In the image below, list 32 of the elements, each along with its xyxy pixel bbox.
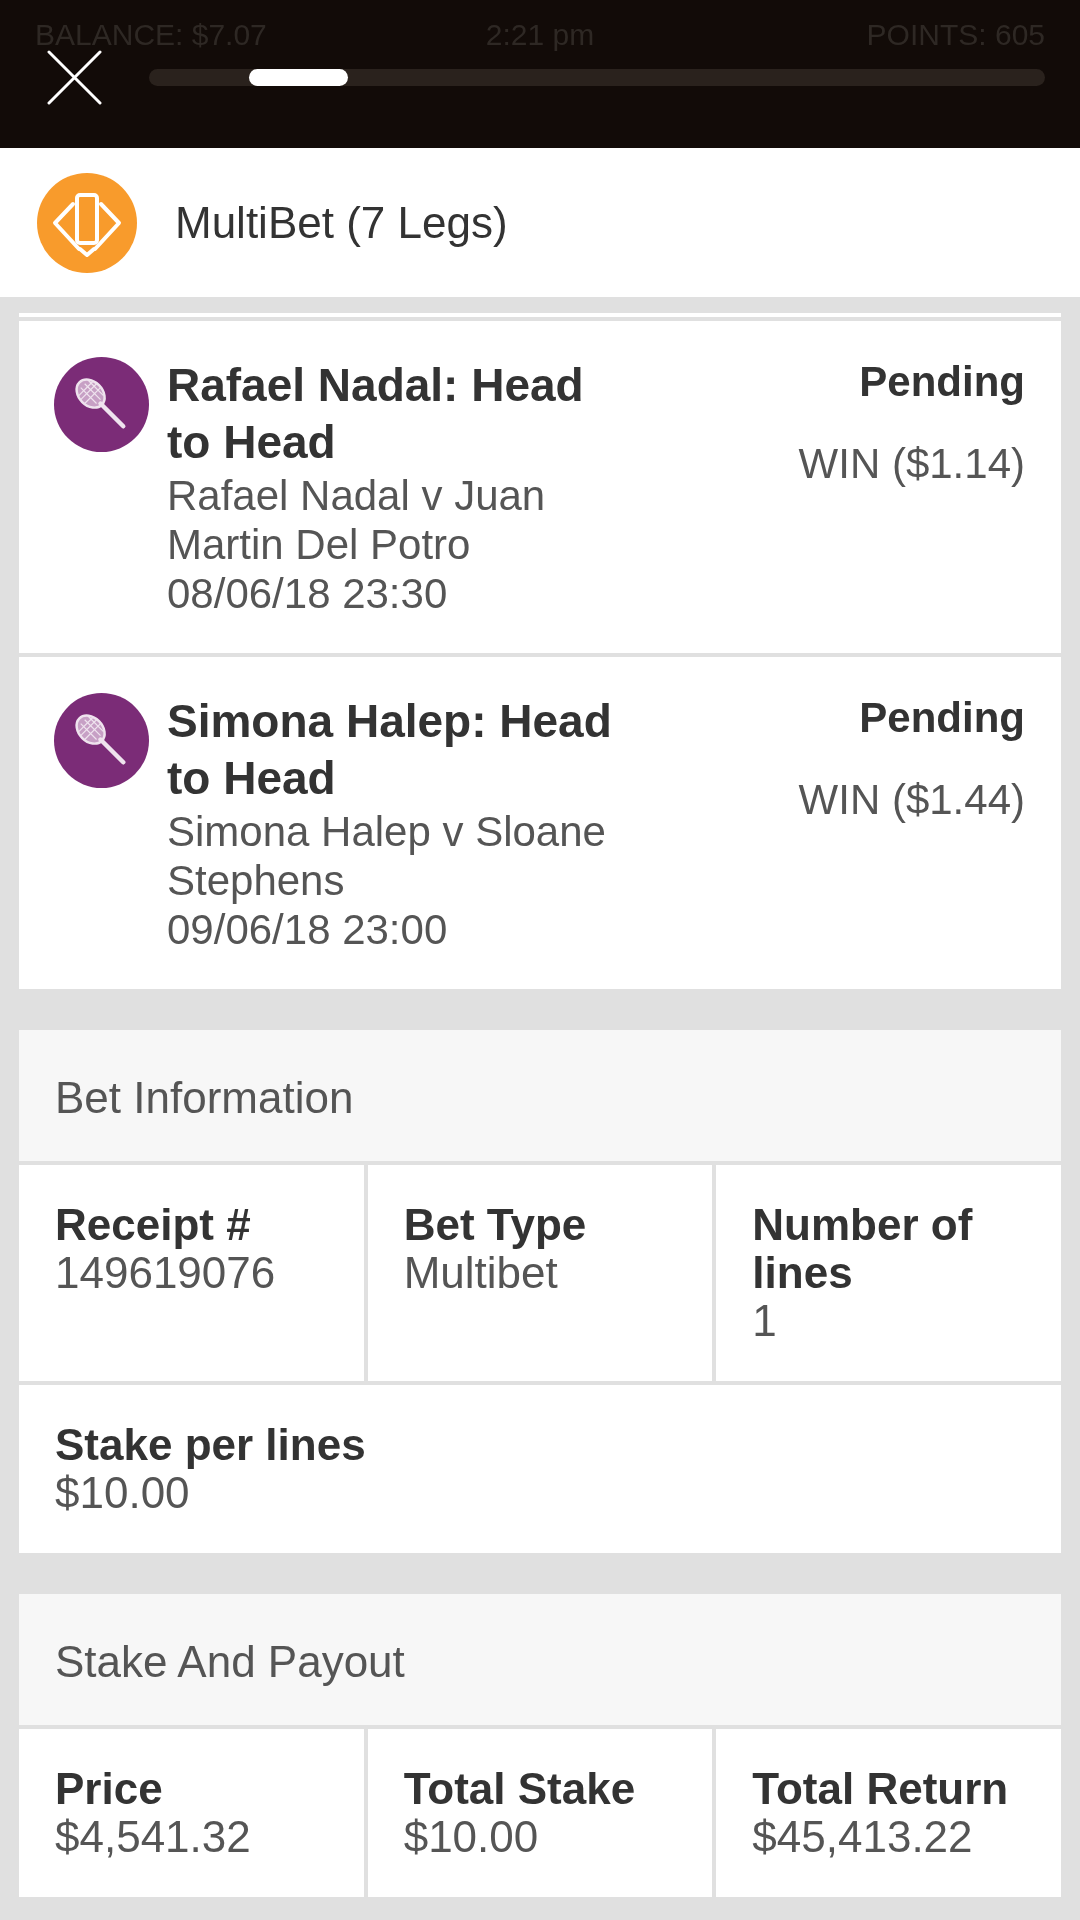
leg-title: Rafael Nadal: Head to Head [167, 358, 585, 470]
leg-event: Simona Halep v Sloane Stephens [167, 807, 607, 905]
leg-result: WIN ($1.44) [798, 775, 1025, 824]
info-value: $10.00 [403, 1813, 539, 1861]
info-label: Total Stake [403, 1765, 636, 1813]
leg-status: Pending [859, 357, 1025, 406]
info-label: Number of lines [752, 1201, 974, 1297]
leg-status: Pending [859, 693, 1025, 742]
info-label: Price [55, 1765, 163, 1813]
tennis-racket-icon [54, 357, 149, 452]
close-button[interactable] [47, 50, 102, 105]
multibet-icon [37, 172, 137, 273]
leg-date: 08/06/18 23:30 [167, 569, 449, 618]
tennis-racket-icon [54, 693, 149, 788]
section-title: Stake And Payout [55, 1638, 405, 1686]
close-icon [47, 50, 102, 105]
info-value: 1 [752, 1297, 777, 1345]
info-value: Multibet [403, 1249, 558, 1297]
info-value: $45,413.22 [752, 1813, 973, 1861]
info-label: Stake per lines [55, 1421, 366, 1469]
info-value: $10.00 [55, 1469, 190, 1517]
info-value: 149619076 [55, 1249, 276, 1297]
info-label: Receipt # [55, 1201, 251, 1249]
info-label: Bet Type [403, 1201, 587, 1249]
leg-event: Rafael Nadal v Juan Martin Del Potro [167, 471, 547, 569]
sheet-title: MultiBet (7 Legs) [175, 197, 508, 248]
info-value: $4,541.32 [55, 1813, 251, 1861]
leg-date: 09/06/18 23:00 [167, 905, 449, 954]
leg-result: WIN ($1.14) [798, 439, 1025, 488]
info-label: Total Return [752, 1765, 1009, 1813]
section-title: Bet Information [55, 1074, 354, 1122]
leg-title: Simona Halep: Head to Head [167, 694, 613, 806]
